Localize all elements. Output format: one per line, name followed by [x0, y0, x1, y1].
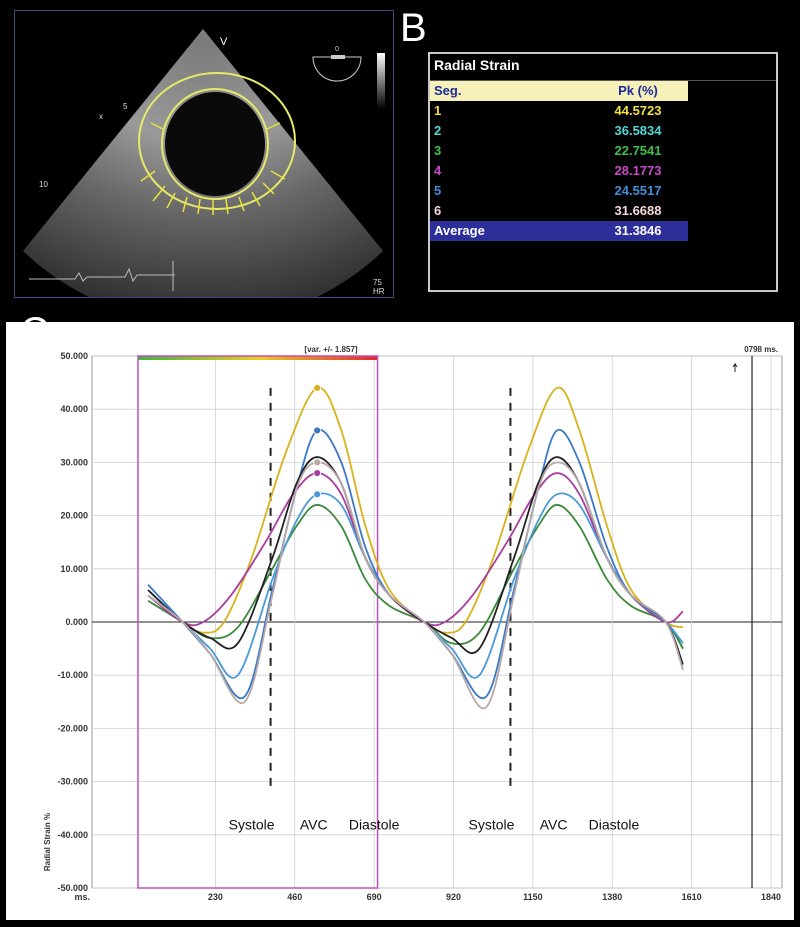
table-title: Radial Strain — [430, 54, 776, 81]
table-row: 3 22.7541 — [430, 141, 776, 161]
y-tick-label: 30.000 — [60, 457, 88, 467]
header-pk: Pk (%) — [618, 83, 658, 98]
table-body: 1 44.5723 2 36.5834 3 22.7541 4 28.1773 5 24.5517… — [430, 101, 776, 221]
x-unit-label: ms. — [74, 892, 90, 902]
table-row: 4 28.1773 — [430, 161, 776, 181]
x-tick-label: 920 — [446, 892, 461, 902]
table-header-row: Seg. Pk (%) — [430, 81, 688, 101]
x-tick-label: 1150 — [523, 892, 543, 902]
phase-label: Diastole — [589, 816, 640, 832]
segment-peak-strain: 31.6688 — [614, 203, 662, 218]
panel-label-b: B — [400, 6, 427, 50]
phase-label: AVC — [540, 816, 568, 832]
grayscale-bar — [377, 53, 385, 109]
table-row: 1 44.5723 — [430, 101, 776, 121]
table-row: 5 24.5517 — [430, 181, 776, 201]
y-tick-label: -40.000 — [57, 830, 88, 840]
x-tick-label: 230 — [208, 892, 223, 902]
radial-strain-table: Radial Strain Seg. Pk (%) 1 44.5723 2 36.58… — [428, 52, 778, 292]
segment-number: 6 — [434, 203, 442, 218]
heart-rate-unit: HR — [373, 287, 385, 296]
probe-marker: V — [220, 36, 228, 48]
strain-chart-svg: 50.000 40.000 30.000 20.000 10.000 0.000 -10.0… — [43, 345, 783, 902]
table-row: 6 31.6688 — [430, 201, 776, 221]
y-tick-label: -30.000 — [57, 777, 88, 787]
x-tick-label: 1840 — [761, 892, 781, 902]
y-tick-label: -20.000 — [57, 723, 88, 733]
y-axis-label: Radial Strain % — [43, 813, 52, 871]
x-tick-label: 1610 — [682, 892, 702, 902]
average-value: 31.3846 — [614, 223, 662, 238]
phase-label: Systole — [229, 816, 275, 832]
y-tick-label: 0.000 — [65, 617, 88, 627]
average-label: Average — [434, 223, 485, 238]
strain-chart: 50.000 40.000 30.000 20.000 10.000 0.000 -10.0… — [6, 322, 794, 920]
table-row: 2 36.5834 — [430, 121, 776, 141]
segment-peak-strain: 36.5834 — [614, 123, 662, 138]
depth-mark-x: x — [99, 112, 103, 121]
peak-marker — [313, 384, 322, 392]
lv-cavity — [165, 92, 265, 196]
y-tick-label: 50.000 — [60, 351, 88, 361]
segment-number: 5 — [434, 183, 442, 198]
depth-mark-5: 5 — [123, 102, 128, 111]
header-seg: Seg. — [434, 83, 462, 98]
depth-mark-10: 10 — [39, 180, 48, 189]
y-tick-label: 40.000 — [60, 404, 88, 414]
x-tick-label: 690 — [367, 892, 382, 902]
peak-marker — [313, 469, 322, 477]
phase-label: Systole — [469, 816, 515, 832]
peak-marker — [313, 426, 322, 435]
orientation-mark: 0 — [335, 46, 339, 53]
peak-marker — [313, 458, 322, 467]
phase-label: AVC — [300, 816, 328, 832]
table-average-row: Average 31.3846 — [430, 221, 688, 241]
y-tick-label: 10.000 — [60, 564, 88, 574]
segment-peak-strain: 24.5517 — [614, 183, 662, 198]
segment-peak-strain: 28.1773 — [614, 163, 662, 178]
segment-number: 1 — [434, 103, 442, 118]
x-tick-label: 460 — [287, 892, 302, 902]
segment-peak-strain: 44.5723 — [614, 103, 662, 118]
orientation-icon — [312, 56, 362, 82]
y-tick-label: 20.000 — [60, 511, 88, 521]
heart-rate-value: 75 — [373, 278, 382, 287]
segment-number: 3 — [434, 143, 442, 158]
segment-number: 4 — [434, 163, 442, 178]
time-label: 0798 ms. — [744, 345, 778, 354]
y-tick-label: -10.000 — [57, 670, 88, 680]
peak-marker — [313, 490, 322, 499]
x-tick-label: 1380 — [602, 892, 622, 902]
segment-number: 2 — [434, 123, 442, 138]
echo-image: V x 5 10 0 75 HR — [14, 10, 394, 298]
segment-peak-strain: 22.7541 — [614, 143, 662, 158]
variance-label: [var. +/- 1.857] — [304, 345, 357, 354]
phase-label: Diastole — [349, 816, 400, 832]
